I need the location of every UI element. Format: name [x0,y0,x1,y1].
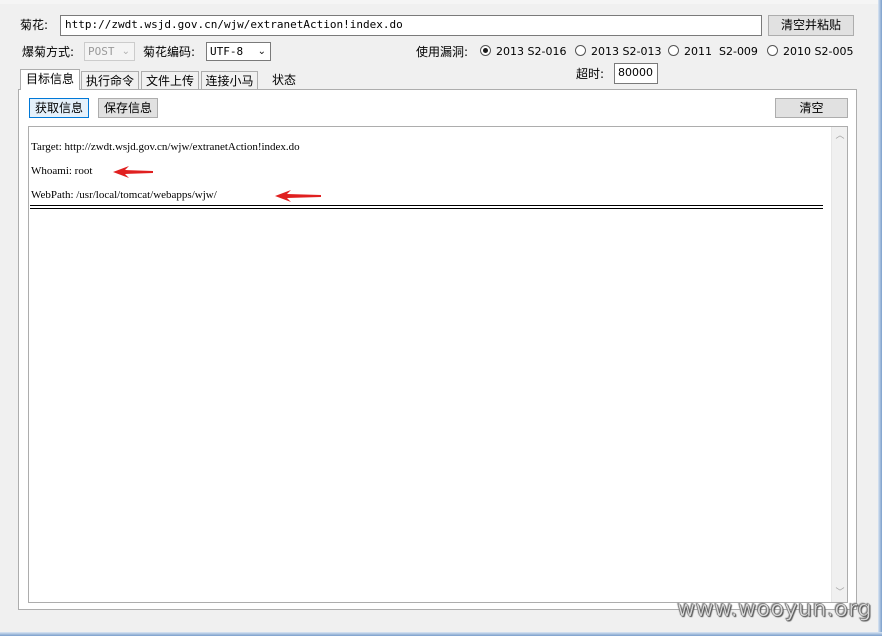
vuln-radio-2011-s2-009[interactable] [668,45,679,56]
method-value: POST [88,45,115,58]
url-input[interactable]: http://zwdt.wsjd.gov.cn/wjw/extranetActi… [60,15,762,36]
get-info-button[interactable]: 获取信息 [29,98,89,118]
vuln-radio-label: 2011 S2-009 [684,45,758,58]
url-label: 菊花: [20,18,49,32]
clear-and-paste-button[interactable]: 清空并粘贴 [768,15,854,36]
save-info-button[interactable]: 保存信息 [98,98,158,118]
output-textarea[interactable]: Target: http://zwdt.wsjd.gov.cn/wjw/extr… [28,126,848,603]
tab-target-info[interactable]: 目标信息 [20,69,80,90]
red-arrow-icon [275,190,321,202]
window-frame-bottom [0,632,882,636]
vuln-radio-label: 2013 S2-013 [591,45,662,58]
vuln-radio-2013-s2-016[interactable] [480,45,491,56]
tab-status[interactable]: 状态 [262,71,306,90]
output-whoami-line: Whoami: root [31,165,93,177]
chevron-down-icon: ⌄ [257,46,266,57]
method-select[interactable]: POST ⌄ [84,42,135,61]
tab-file-upload[interactable]: 文件上传 [141,71,199,90]
timeout-input[interactable]: 80000 [614,63,658,84]
encoding-value: UTF-8 [210,45,244,58]
vuln-radio-2013-s2-013[interactable] [575,45,586,56]
timeout-label: 超时: [576,67,605,81]
red-arrow-icon [113,166,153,178]
tab-exec-command[interactable]: 执行命令 [81,71,139,90]
vuln-radio-label: 2013 S2-016 [496,45,567,58]
window-frame-right [878,0,882,636]
scroll-up-icon[interactable]: ︿ [832,129,847,143]
tab-connect-shell[interactable]: 连接小马 [201,71,258,90]
app-window: 菊花: http://zwdt.wsjd.gov.cn/wjw/extranet… [0,0,882,636]
output-separator [30,205,823,206]
window-frame-top [0,0,882,4]
vertical-scrollbar[interactable]: ︿ ﹀ [831,127,847,602]
method-label: 爆菊方式: [22,45,75,59]
watermark-text: www.wooyun.org [677,597,872,622]
vuln-label: 使用漏洞: [416,45,469,59]
vuln-radio-label: 2010 S2-005 [783,45,854,58]
output-target-line: Target: http://zwdt.wsjd.gov.cn/wjw/extr… [31,141,300,153]
chevron-down-icon: ⌄ [121,46,130,57]
output-separator [30,208,823,209]
output-webpath-line: WebPath: /usr/local/tomcat/webapps/wjw/ [31,189,217,201]
encoding-select[interactable]: UTF-8 ⌄ [206,42,271,61]
vuln-radio-2010-s2-005[interactable] [767,45,778,56]
clear-button[interactable]: 清空 [775,98,848,118]
encoding-label: 菊花编码: [143,45,196,59]
